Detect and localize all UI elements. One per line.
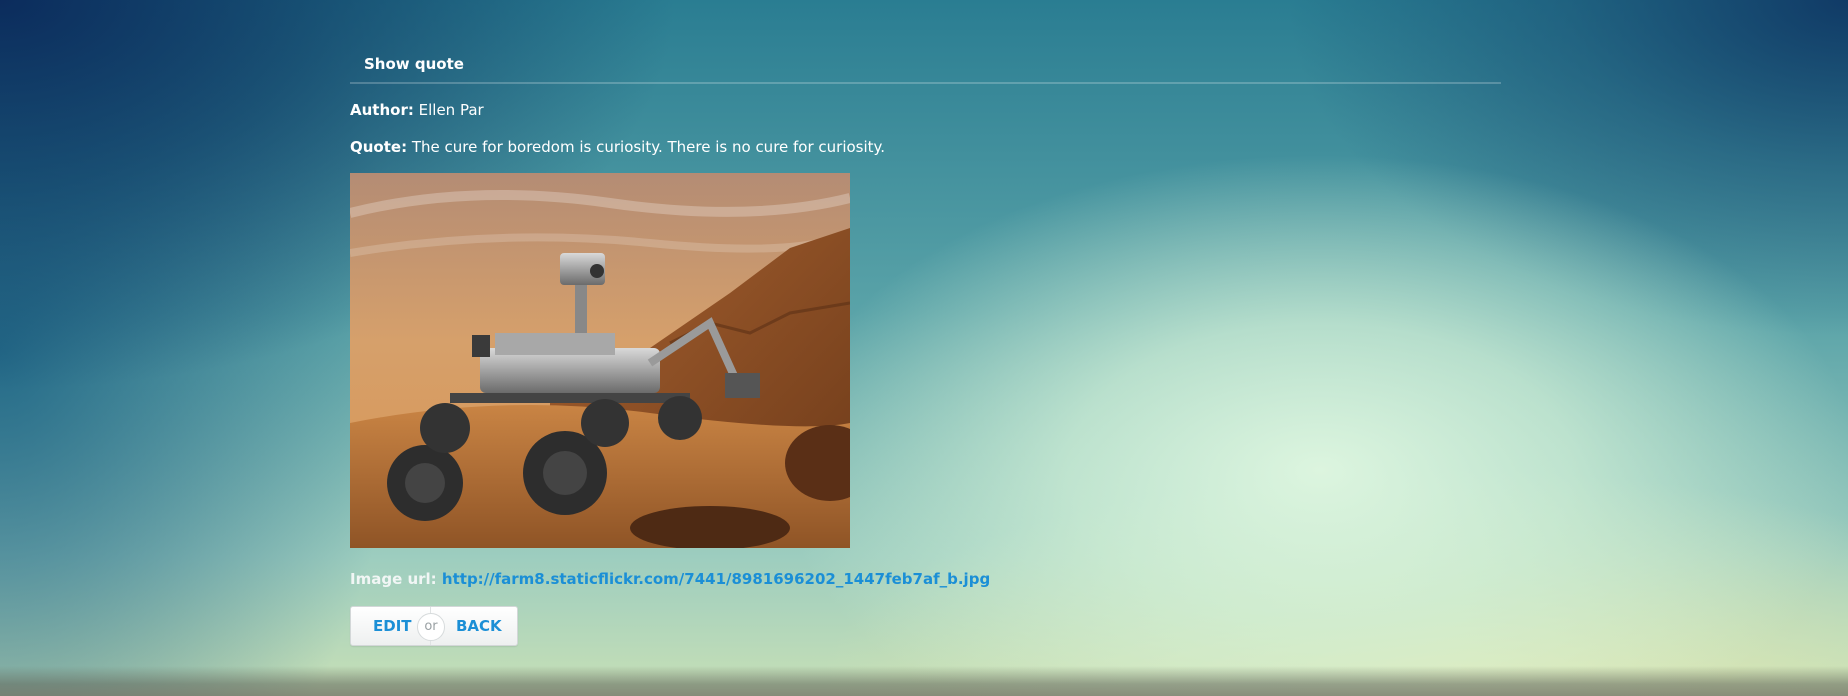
bottom-band xyxy=(0,666,1848,696)
action-button-group: EDIT or BACK xyxy=(350,606,518,646)
author-field: Author: Ellen Par xyxy=(350,100,484,120)
image-url-field: Image url: http://farm8.staticflickr.com… xyxy=(350,570,990,588)
quote-field: Quote: The cure for boredom is curiosity… xyxy=(350,137,885,157)
author-value: Ellen Par xyxy=(418,101,484,119)
image-url-link[interactable]: http://farm8.staticflickr.com/7441/89816… xyxy=(442,570,990,588)
image-url-label: Image url: xyxy=(350,570,437,588)
section-header: Show quote xyxy=(350,50,1501,84)
or-separator: or xyxy=(417,613,445,641)
quote-detail-panel: Show quote Author: Ellen Par Quote: The … xyxy=(350,50,1501,646)
quote-value: The cure for boredom is curiosity. There… xyxy=(411,138,886,156)
section-title: Show quote xyxy=(364,55,464,73)
quote-image xyxy=(350,173,850,548)
author-label: Author: xyxy=(350,101,414,119)
quote-label: Quote: xyxy=(350,138,408,156)
rover-illustration xyxy=(350,173,850,548)
back-button[interactable]: BACK xyxy=(456,607,502,645)
edit-button[interactable]: EDIT xyxy=(373,607,412,645)
